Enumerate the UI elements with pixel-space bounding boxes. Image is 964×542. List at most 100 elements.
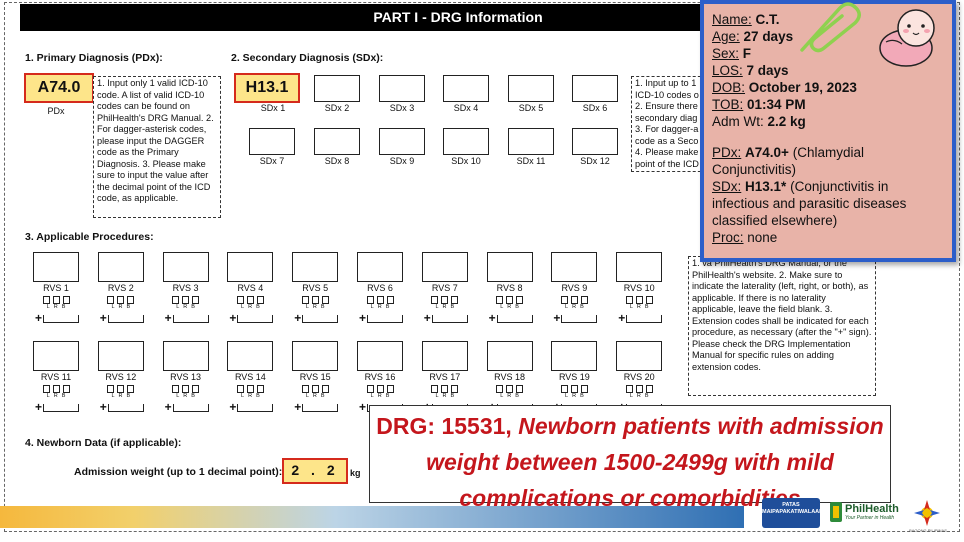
rvs-field[interactable]: RVS 1 L R B + — [33, 252, 79, 324]
laterality-left-checkbox[interactable] — [496, 385, 504, 393]
rvs-field[interactable]: RVS 2 L R B + — [97, 252, 144, 324]
extension-blank[interactable] — [561, 315, 598, 323]
sdx-box[interactable] — [443, 128, 489, 155]
laterality-right-checkbox[interactable] — [441, 296, 449, 304]
sdx-field[interactable]: SDx 9 — [379, 128, 425, 166]
laterality-left-checkbox[interactable] — [560, 296, 568, 304]
sdx-field[interactable]: SDx 12 — [572, 128, 618, 166]
laterality-right-checkbox[interactable] — [635, 296, 643, 304]
laterality-left-checkbox[interactable] — [496, 296, 504, 304]
laterality-both-checkbox[interactable] — [192, 385, 200, 393]
extension-blank[interactable] — [43, 404, 79, 412]
pdx-code-field[interactable]: A74.0 — [24, 73, 94, 103]
laterality-left-checkbox[interactable] — [172, 385, 180, 393]
rvs-box[interactable] — [357, 252, 403, 282]
rvs-box[interactable] — [227, 252, 274, 282]
sdx-box[interactable] — [379, 128, 425, 155]
laterality-left-checkbox[interactable] — [431, 296, 439, 304]
extension-blank[interactable] — [367, 315, 403, 323]
laterality-right-checkbox[interactable] — [570, 296, 578, 304]
laterality-left-checkbox[interactable] — [301, 385, 309, 393]
laterality-both-checkbox[interactable] — [580, 385, 588, 393]
laterality-left-checkbox[interactable] — [107, 296, 115, 304]
extension-blank[interactable] — [107, 315, 144, 323]
laterality-both-checkbox[interactable] — [516, 296, 524, 304]
laterality-left-checkbox[interactable] — [236, 296, 244, 304]
laterality-both-checkbox[interactable] — [386, 296, 394, 304]
laterality-left-checkbox[interactable] — [366, 385, 374, 393]
extension-code-field[interactable]: + — [424, 312, 468, 324]
laterality-both-checkbox[interactable] — [386, 385, 394, 393]
laterality-both-checkbox[interactable] — [451, 296, 459, 304]
laterality-right-checkbox[interactable] — [182, 296, 190, 304]
laterality-both-checkbox[interactable] — [580, 296, 588, 304]
laterality-right-checkbox[interactable] — [635, 385, 643, 393]
extension-blank[interactable] — [172, 404, 209, 412]
laterality-left-checkbox[interactable] — [172, 296, 180, 304]
rvs-box[interactable] — [97, 252, 144, 282]
rvs-box[interactable] — [551, 252, 598, 282]
laterality-both-checkbox[interactable] — [516, 385, 524, 393]
sdx1-code-field[interactable]: H13.1 — [234, 73, 300, 103]
extension-code-field[interactable]: + — [100, 401, 144, 413]
laterality-right-checkbox[interactable] — [376, 385, 384, 393]
laterality-both-checkbox[interactable] — [645, 385, 653, 393]
rvs-field[interactable]: RVS 6 L R B + — [357, 252, 403, 324]
laterality-left-checkbox[interactable] — [625, 296, 633, 304]
rvs-field[interactable]: RVS 18LRB+ — [486, 341, 533, 413]
laterality-right-checkbox[interactable] — [441, 385, 449, 393]
rvs-field[interactable]: RVS 13 L R B + — [162, 341, 209, 413]
rvs-field[interactable]: RVS 15 L R B + — [292, 341, 339, 413]
rvs-box[interactable] — [292, 252, 339, 282]
rvs-box[interactable] — [292, 341, 339, 371]
rvs-box[interactable] — [357, 341, 403, 371]
rvs-box[interactable] — [551, 341, 598, 371]
sdx-box[interactable] — [572, 128, 618, 155]
extension-code-field[interactable]: + — [359, 312, 403, 324]
laterality-left-checkbox[interactable] — [366, 296, 374, 304]
extension-code-field[interactable]: + — [618, 312, 663, 324]
laterality-both-checkbox[interactable] — [321, 385, 329, 393]
rvs-box[interactable] — [33, 341, 79, 371]
laterality-right-checkbox[interactable] — [182, 385, 190, 393]
extension-code-field[interactable]: + — [294, 401, 339, 413]
sdx-box[interactable] — [314, 128, 360, 155]
extension-blank[interactable] — [302, 315, 339, 323]
sdx-field[interactable]: SDx 10 — [443, 128, 489, 166]
laterality-both-checkbox[interactable] — [256, 296, 264, 304]
rvs-field[interactable]: RVS 16 L R B + — [357, 341, 403, 413]
laterality-both-checkbox[interactable] — [256, 385, 264, 393]
laterality-right-checkbox[interactable] — [311, 385, 319, 393]
laterality-left-checkbox[interactable] — [625, 385, 633, 393]
sdx-box[interactable] — [508, 75, 554, 102]
laterality-left-checkbox[interactable] — [301, 296, 309, 304]
rvs-field[interactable]: RVS 17LRB+ — [421, 341, 468, 413]
extension-code-field[interactable]: + — [165, 401, 209, 413]
laterality-both-checkbox[interactable] — [62, 385, 70, 393]
rvs-field[interactable]: RVS 3 L R B + — [162, 252, 209, 324]
laterality-right-checkbox[interactable] — [570, 385, 578, 393]
rvs-box[interactable] — [486, 341, 533, 371]
rvs-field[interactable]: RVS 9 L R B + — [551, 252, 598, 324]
sdx-field[interactable]: SDx 5 — [508, 75, 554, 113]
laterality-left-checkbox[interactable] — [42, 385, 50, 393]
extension-code-field[interactable]: + — [100, 312, 144, 324]
extension-code-field[interactable]: + — [294, 312, 339, 324]
rvs-box[interactable] — [162, 341, 209, 371]
laterality-right-checkbox[interactable] — [376, 296, 384, 304]
rvs-box[interactable] — [227, 341, 274, 371]
laterality-right-checkbox[interactable] — [506, 385, 514, 393]
sdx-field[interactable]: SDx 7 — [249, 128, 295, 166]
sdx-box[interactable] — [249, 128, 295, 155]
rvs-field[interactable]: RVS 14 L R B + — [227, 341, 274, 413]
laterality-both-checkbox[interactable] — [127, 385, 135, 393]
rvs-box[interactable] — [421, 252, 468, 282]
rvs-field[interactable]: RVS 5 L R B + — [292, 252, 339, 324]
laterality-both-checkbox[interactable] — [321, 296, 329, 304]
rvs-box[interactable] — [33, 252, 79, 282]
rvs-box[interactable] — [162, 252, 209, 282]
sdx-field[interactable]: SDx 4 — [443, 75, 489, 113]
rvs-box[interactable] — [616, 341, 663, 371]
extension-blank[interactable] — [237, 404, 274, 412]
sdx-box[interactable] — [572, 75, 618, 102]
